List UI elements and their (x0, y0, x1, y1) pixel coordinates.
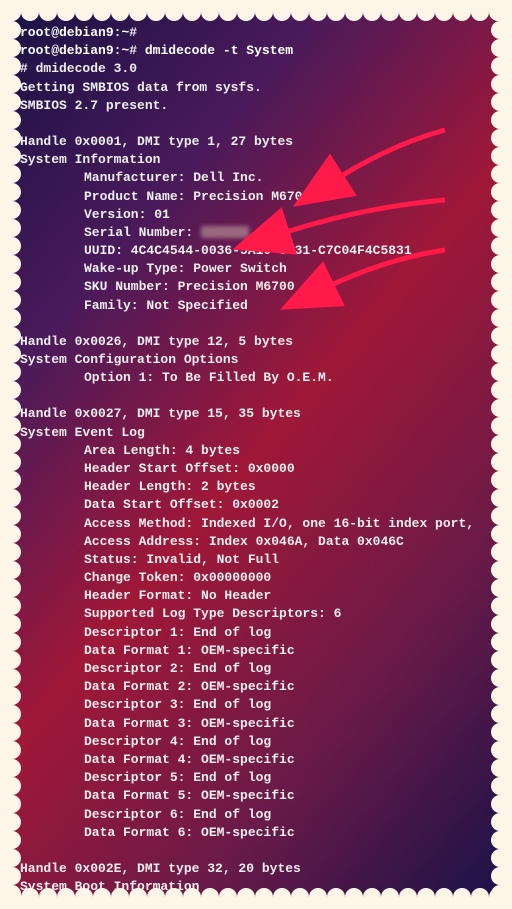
field-line: Data Start Offset: 0x0002 (20, 496, 492, 514)
output-header: # dmidecode 3.0 Getting SMBIOS data from… (20, 60, 492, 115)
blank-line (20, 387, 492, 405)
field-line: Supported Log Type Descriptors: 6 (20, 605, 492, 623)
prompt-line-command: root@debian9:~# dmidecode -t System (20, 42, 492, 60)
field-line: Manufacturer: Dell Inc. (20, 169, 492, 187)
output-sections: Handle 0x0001, DMI type 1, 27 bytesSyste… (20, 133, 492, 897)
field-line: Change Token: 0x00000000 (20, 569, 492, 587)
field-line: Family: Not Specified (20, 297, 492, 315)
field-line: Data Format 3: OEM-specific (20, 715, 492, 733)
output-line: # dmidecode 3.0 (20, 60, 492, 78)
section-title: System Configuration Options (20, 351, 492, 369)
field-line: Data Format 4: OEM-specific (20, 751, 492, 769)
section-handle: Handle 0x0027, DMI type 15, 35 bytes (20, 405, 492, 423)
section-title: System Information (20, 151, 492, 169)
field-line: UUID: 4C4C4544-0036-5A10-8031-C7C04F4C58… (20, 242, 492, 260)
field-line: Descriptor 4: End of log (20, 733, 492, 751)
redacted-value (201, 226, 249, 238)
prompt-line-empty: root@debian9:~# (20, 24, 492, 42)
field-line: Access Address: Index 0x046A, Data 0x046… (20, 533, 492, 551)
field-line: Descriptor 6: End of log (20, 806, 492, 824)
terminal-window[interactable]: root@debian9:~# root@debian9:~# dmidecod… (12, 12, 500, 897)
field-line: Area Length: 4 bytes (20, 442, 492, 460)
field-line: Access Method: Indexed I/O, one 16-bit i… (20, 515, 492, 533)
prompt-user: root@debian9 (20, 25, 114, 40)
field-line: Header Start Offset: 0x0000 (20, 460, 492, 478)
field-line: Descriptor 2: End of log (20, 660, 492, 678)
field-line: Descriptor 5: End of log (20, 769, 492, 787)
field-line: Data Format 6: OEM-specific (20, 824, 492, 842)
field-line: Descriptor 3: End of log (20, 696, 492, 714)
output-line: SMBIOS 2.7 present. (20, 97, 492, 115)
field-line: Wake-up Type: Power Switch (20, 260, 492, 278)
section-handle: Handle 0x0026, DMI type 12, 5 bytes (20, 333, 492, 351)
field-line: Header Length: 2 bytes (20, 478, 492, 496)
section-handle: Handle 0x0001, DMI type 1, 27 bytes (20, 133, 492, 151)
field-line: Option 1: To Be Filled By O.E.M. (20, 369, 492, 387)
blank-line (20, 842, 492, 860)
blank-line (20, 115, 492, 133)
output-line: Getting SMBIOS data from sysfs. (20, 79, 492, 97)
field-line: Status: No errors detected (20, 896, 492, 897)
field-line: Data Format 2: OEM-specific (20, 678, 492, 696)
field-line: Serial Number: (20, 224, 492, 242)
field-line: Data Format 5: OEM-specific (20, 787, 492, 805)
field-line: Data Format 1: OEM-specific (20, 642, 492, 660)
section-title: System Boot Information (20, 878, 492, 896)
field-line: Status: Invalid, Not Full (20, 551, 492, 569)
blank-line (20, 315, 492, 333)
section-handle: Handle 0x002E, DMI type 32, 20 bytes (20, 860, 492, 878)
command-text: dmidecode -t System (145, 43, 293, 58)
field-line: Version: 01 (20, 206, 492, 224)
field-line: Product Name: Precision M6700 (20, 188, 492, 206)
field-line: Descriptor 1: End of log (20, 624, 492, 642)
section-title: System Event Log (20, 424, 492, 442)
field-line: Header Format: No Header (20, 587, 492, 605)
field-line: SKU Number: Precision M6700 (20, 278, 492, 296)
